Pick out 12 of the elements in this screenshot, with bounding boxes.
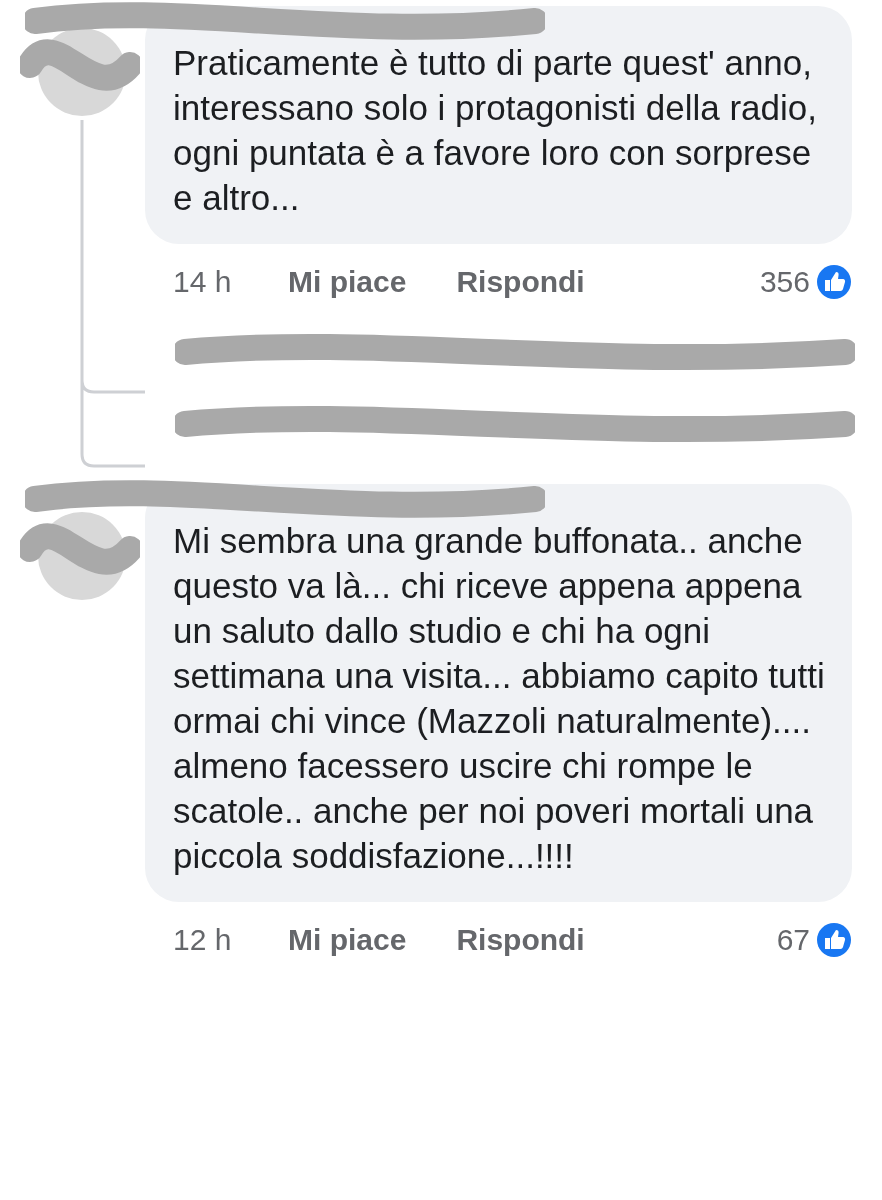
like-link[interactable]: Mi piace <box>288 923 407 957</box>
comment-time: 14 h <box>172 265 233 299</box>
comment-text: Praticamente è tutto di parte quest' anno, interessano solo i protagonisti della radio, ogni puntata è a favore loro con sorprese e altro... <box>173 42 818 219</box>
reaction-count: 67 <box>776 923 810 957</box>
comment-time: 12 h <box>172 923 233 957</box>
comment-text: Mi sembra una grande buffonata.. anche questo va là... chi riceve appena appena un saluto dallo studio e chi ha ogni settimana una visita... abbiamo capito tutti ormai chi vince (Mazzoli naturalmente).... almeno facessero uscire chi rompe le scatole.. anche per noi poveri mortali una piccola soddisfazione...!!!! <box>173 520 826 877</box>
reply-link[interactable]: Rispondi <box>456 923 585 957</box>
reaction-count: 356 <box>759 265 810 299</box>
thumbs-up-icon <box>816 264 852 300</box>
reply-link[interactable]: Rispondi <box>456 265 585 299</box>
like-link[interactable]: Mi piace <box>288 265 407 299</box>
thumbs-up-icon <box>816 922 852 958</box>
